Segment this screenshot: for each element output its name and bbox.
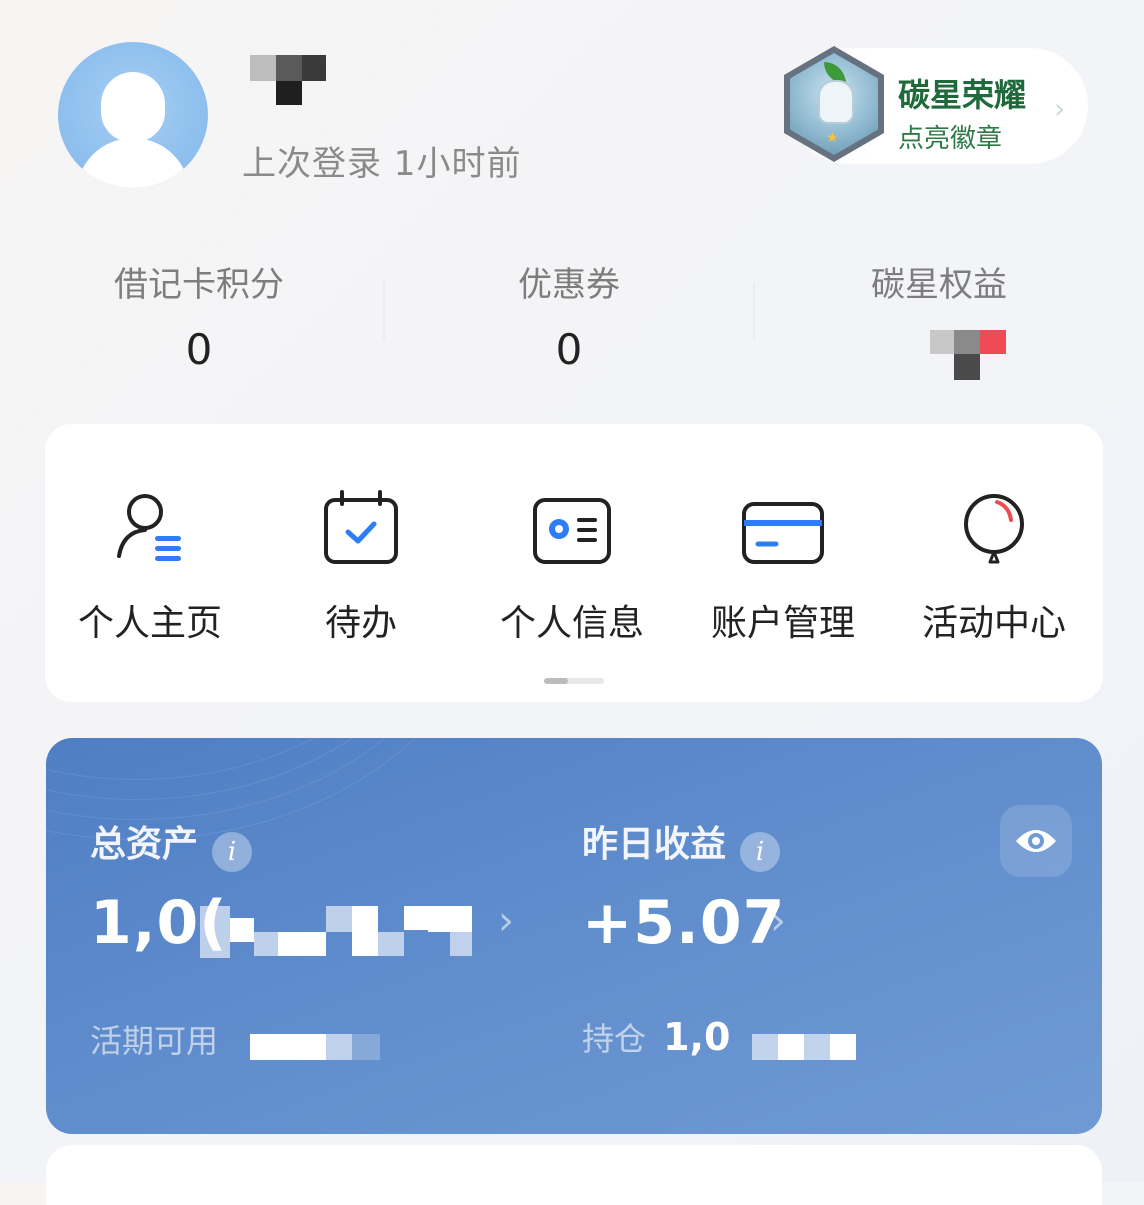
menu-item-profile[interactable]: 个人主页: [44, 476, 256, 646]
holding-row: 持仓 1,0: [582, 1014, 730, 1060]
menu-label: 活动中心: [921, 603, 1066, 644]
menu-label: 待办: [324, 603, 397, 644]
menu-item-todo[interactable]: 待办: [255, 476, 467, 646]
toggle-visibility-button[interactable]: [1000, 805, 1072, 877]
page-indicator: [544, 678, 604, 684]
badge-subtitle: 点亮徽章: [898, 124, 1003, 154]
stat-coupons-value[interactable]: 0: [459, 325, 679, 374]
stat-carbon-label[interactable]: 碳星权益: [829, 257, 1049, 306]
card-icon: [738, 486, 828, 576]
username-masked: [250, 55, 326, 105]
yesterday-earnings-label: 昨日收益: [582, 824, 727, 865]
holding-value: 1,0: [663, 1015, 731, 1059]
total-assets-label: 总资产: [90, 824, 199, 865]
divider: [383, 282, 385, 340]
menu-label: 个人主页: [77, 603, 222, 644]
stat-points-value[interactable]: 0: [89, 325, 309, 374]
yesterday-earnings-value[interactable]: +5.07: [582, 888, 785, 958]
menu-item-account-management[interactable]: 账户管理: [677, 476, 889, 646]
holding-label: 持仓: [582, 1020, 647, 1058]
balloon-icon: [949, 486, 1039, 576]
info-icon[interactable]: i: [212, 831, 253, 872]
chevron-right-icon[interactable]: ›: [498, 898, 514, 944]
stat-coupons-label[interactable]: 优惠券: [459, 257, 679, 306]
avatar[interactable]: [58, 42, 208, 188]
menu-item-activity-center[interactable]: 活动中心: [888, 476, 1100, 646]
divider: [753, 282, 755, 340]
last-login-text: 上次登录 1小时前: [242, 144, 522, 184]
menu-item-personal-info[interactable]: 个人信息: [466, 476, 678, 646]
avatar-body-shape: [76, 138, 190, 188]
available-balance-label: 活期可用: [90, 1022, 219, 1060]
badge-title: 碳星荣耀: [898, 76, 1027, 114]
calendar-check-icon: [316, 486, 406, 576]
avatar-head-shape: [101, 72, 165, 142]
star-icon: ★: [826, 130, 839, 146]
eye-icon: [1016, 830, 1056, 852]
holding-masked: [752, 1034, 856, 1060]
total-assets-header: 总资产 i: [90, 815, 253, 872]
chevron-right-icon: ›: [1054, 92, 1066, 125]
bulb-icon: [818, 80, 854, 124]
stat-points-label[interactable]: 借记卡积分: [89, 257, 309, 306]
yesterday-earnings-header: 昨日收益 i: [582, 815, 781, 872]
menu-label: 个人信息: [499, 603, 644, 644]
stat-carbon-value-masked[interactable]: [930, 330, 1006, 382]
id-card-icon: [527, 486, 617, 576]
total-assets-masked: [200, 902, 472, 962]
available-balance-masked: [250, 1034, 380, 1060]
chevron-right-icon[interactable]: ›: [770, 898, 786, 944]
info-icon[interactable]: i: [740, 831, 781, 872]
menu-label: 账户管理: [710, 603, 855, 644]
next-card: [46, 1145, 1102, 1205]
person-list-icon: [105, 486, 195, 576]
